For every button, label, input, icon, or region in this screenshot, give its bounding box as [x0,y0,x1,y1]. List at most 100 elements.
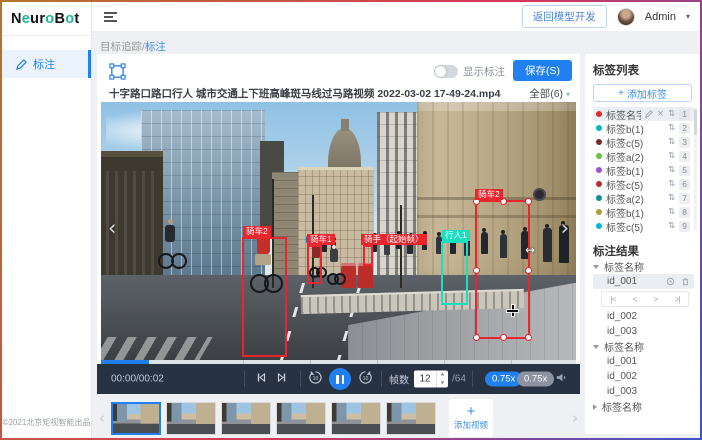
show-annotation-toggle[interactable] [434,65,458,78]
result-id-item[interactable]: id_003 [593,324,694,339]
sidebar-item-annotate[interactable]: 标注 [2,50,91,78]
result-id-item[interactable]: id_002 [593,309,694,324]
annotation-box[interactable] [363,245,373,266]
label-item[interactable]: 标签b(1)⇅8 [593,205,694,219]
label-item[interactable]: 标签c(5)⇅3 [593,135,694,149]
logo-text: o [65,11,74,27]
video-thumbnail[interactable] [386,402,436,435]
annotation-box[interactable] [242,237,287,357]
filmstrip-next-chevron[interactable]: › [572,409,578,427]
label-item[interactable]: 标签名字最长数... × ⇅ 1 [593,107,694,121]
pause-button[interactable] [329,368,351,390]
avatar[interactable] [617,8,635,26]
label-item[interactable]: 标签a(2)⇅7 [593,191,694,205]
label-order-badge: 3 [679,137,690,148]
label-color-dot [596,223,602,229]
delete-icon[interactable]: × [657,110,664,119]
label-name: 标签a(2) [606,149,664,164]
prev-video-chevron[interactable]: ‹ [108,216,116,240]
result-id-label: id_003 [607,326,637,337]
frame-step-up-icon[interactable]: ▲ [437,371,448,380]
sort-arrows-icon[interactable]: ⇅ [668,110,675,119]
scrollbar[interactable] [694,109,697,231]
video-thumbnail[interactable] [111,402,161,435]
annotation-tag[interactable]: 骑车2 [475,189,503,200]
filmstrip-prev-chevron[interactable]: ‹ [99,409,105,427]
svg-text:10: 10 [313,376,319,382]
volume-icon[interactable] [555,371,568,387]
pager-next-icon[interactable]: > [653,294,657,304]
next-frame-button[interactable] [276,372,288,387]
sort-arrows-icon[interactable]: ⇅ [668,222,675,231]
label-item[interactable]: 标签b(1)⇅2 [593,121,694,135]
annotation-box[interactable] [307,245,322,284]
annotation-box[interactable] [441,241,468,305]
video-canvas[interactable]: 骑车2 骑车1 骑手（起始帧） 行人1 骑车2 ↔ ‹ › [101,102,576,360]
result-id-label: id_002 [607,371,637,382]
sidebar-item-label: 标注 [33,56,55,72]
breadcrumb-current: 标注 [145,41,166,53]
label-item[interactable]: 标签a(2)⇅4 [593,149,694,163]
logo-text: o [45,11,54,27]
label-name: 标签a(2) [606,191,664,206]
result-group-header[interactable]: 标签名称 [593,399,694,414]
label-order-badge: 6 [679,179,690,190]
frame-input-group: ▲▼ [414,371,448,388]
label-color-dot [596,195,602,201]
label-item[interactable]: 标签c(5)⇅9 [593,219,694,233]
prev-frame-button[interactable] [255,372,267,387]
result-group-header[interactable]: 标签名称 [593,259,694,274]
show-annotation-toggle-group: 显示标注 [434,64,505,79]
sort-arrows-icon[interactable]: ⇅ [668,124,675,133]
video-thumbnail[interactable] [166,402,216,435]
edit-icon[interactable] [645,110,653,118]
rewind-10-button[interactable]: 10 [308,370,323,388]
frame-input[interactable] [414,371,436,388]
topbar-right: 返回模型开发 Admin ▾ [522,5,700,28]
breadcrumb-parent[interactable]: 目标追踪 [100,41,142,53]
result-id-item[interactable]: id_001 [593,274,694,289]
label-name: 标签b(1) [606,121,664,136]
save-button[interactable]: 保存(S) [513,60,572,81]
bounding-box-tool-icon[interactable] [109,63,126,80]
svg-text:10: 10 [363,376,369,382]
sort-arrows-icon[interactable]: ⇅ [668,180,675,189]
video-thumbnail[interactable] [276,402,326,435]
video-thumbnail[interactable] [221,402,271,435]
pager-last-icon[interactable]: >| [674,294,679,304]
username[interactable]: Admin [645,11,676,23]
annotation-tag[interactable]: 骑车1 [307,234,335,245]
collapse-menu-icon[interactable] [104,10,117,24]
label-item[interactable]: 标签c(5) ⇅ 6 [593,177,694,191]
back-to-model-dev-button[interactable]: 返回模型开发 [522,5,607,28]
pager-first-icon[interactable]: |< [610,294,615,304]
filter-dropdown[interactable]: 全部(6) ▾ [529,86,570,101]
annotation-tag[interactable]: 骑车2 [243,226,271,237]
annotation-tag[interactable]: 骑手（起始帧） [361,234,427,245]
caret-closed-icon [593,404,597,410]
visibility-icon[interactable] [666,277,675,286]
trash-icon[interactable] [681,277,690,286]
video-thumbnail[interactable] [331,402,381,435]
annotation-tag[interactable]: 行人1 [442,230,470,241]
annotation-box-selected[interactable] [475,200,530,339]
result-id-item[interactable]: id_003 [593,384,694,399]
pager-prev-icon[interactable]: < [633,294,637,304]
result-group-header[interactable]: 标签名称 [593,339,694,354]
label-item[interactable]: 标签b(1)⇅5 [593,163,694,177]
frame-step-down-icon[interactable]: ▼ [437,379,448,388]
add-label-button[interactable]: +添加标签 [593,84,692,102]
forward-10-button[interactable]: 10 [358,370,373,388]
sort-arrows-icon[interactable]: ⇅ [668,152,675,161]
box-action-icon[interactable] [533,188,546,201]
label-name: 标签c(5) [606,177,664,192]
sort-arrows-icon[interactable]: ⇅ [668,194,675,203]
next-video-chevron[interactable]: › [561,216,569,240]
sort-arrows-icon[interactable]: ⇅ [668,166,675,175]
sort-arrows-icon[interactable]: ⇅ [668,138,675,147]
sort-arrows-icon[interactable]: ⇅ [668,208,675,217]
speed-pill-secondary[interactable]: 0.75x [517,372,554,387]
result-id-item[interactable]: id_001 [593,354,694,369]
add-video-button[interactable]: + 添加视频 [449,399,493,437]
result-id-item[interactable]: id_002 [593,369,694,384]
